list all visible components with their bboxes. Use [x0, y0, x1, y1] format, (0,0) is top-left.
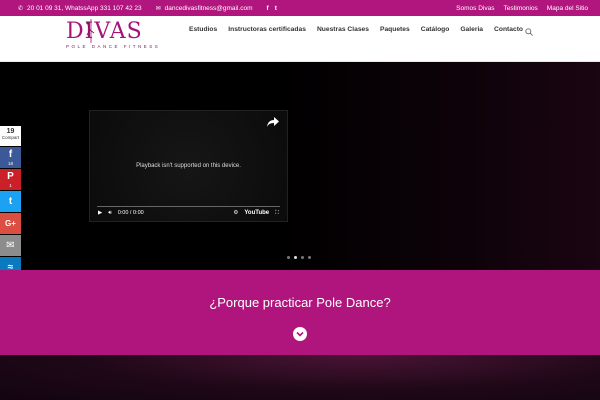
pinterest-share-count: 1: [9, 183, 12, 188]
video-controls: ▶ 🔊︎ 0:00 / 0:00 ⚙ YouTube ⛶: [90, 207, 287, 219]
email-share-icon: ✉: [6, 240, 15, 251]
secondary-menu: Somos Divas Testimonios Mapa del Sitio: [456, 5, 600, 12]
logo-tagline: POLE DANCE FITNESS: [66, 44, 161, 49]
facebook-share-icon: f: [8, 149, 13, 160]
slider-dot[interactable]: [308, 256, 311, 259]
next-section-background: [0, 355, 600, 400]
section-headline: ¿Porque practicar Pole Dance?: [209, 295, 391, 310]
share-arrow-icon[interactable]: [267, 117, 279, 127]
mail-icon: ✉: [155, 5, 161, 12]
pole-dance-section: ¿Porque practicar Pole Dance?: [0, 270, 600, 355]
phone-text: 20 01 09 31, WhatssApp 331 107 42 23: [27, 4, 142, 12]
facebook-share-count: 18: [7, 161, 13, 166]
nav-item-instructoras[interactable]: Instructoras certificadas: [228, 26, 306, 33]
nav-item-contacto[interactable]: Contacto: [494, 26, 523, 33]
fullscreen-icon[interactable]: ⛶: [275, 210, 279, 217]
share-count: 19 Compart: [0, 126, 21, 146]
link-testimonios[interactable]: Testimonios: [503, 5, 537, 12]
link-somos-divas[interactable]: Somos Divas: [456, 5, 494, 12]
share-pinterest-button[interactable]: P 1: [0, 169, 21, 190]
facebook-icon[interactable]: f: [267, 5, 269, 12]
youtube-logo-icon[interactable]: YouTube: [244, 210, 269, 216]
chevron-down-icon: [296, 331, 304, 337]
share-count-number: 19: [6, 128, 15, 135]
nav-item-paquetes[interactable]: Paquetes: [380, 26, 410, 33]
video-player[interactable]: Playback isn't supported on this device.…: [89, 110, 288, 222]
nav-item-estudios[interactable]: Estudios: [189, 26, 217, 33]
divas-logo[interactable]: DIVAS POLE DANCE FITNESS: [66, 19, 158, 55]
main-nav: Estudios Instructoras certificadas Nuest…: [189, 26, 523, 33]
slider-dot[interactable]: [287, 256, 290, 259]
slider-dot-active[interactable]: [294, 256, 297, 259]
scroll-down-button[interactable]: [293, 327, 307, 341]
search-icon[interactable]: [525, 28, 533, 36]
video-time: 0:00 / 0:00: [117, 210, 144, 216]
nav-item-clases[interactable]: Nuestras Clases: [317, 26, 369, 33]
slider-dot[interactable]: [301, 256, 304, 259]
settings-gear-icon[interactable]: ⚙: [233, 210, 238, 216]
social-links: f t: [267, 5, 277, 12]
twitter-share-icon: t: [8, 196, 13, 207]
nav-item-galeria[interactable]: Galeria: [460, 26, 483, 33]
share-google-plus-button[interactable]: G+: [0, 213, 21, 234]
share-sidebar: 19 Compart f 18 P 1 t G+ ✉ ≈: [0, 126, 21, 278]
share-email-button[interactable]: ✉: [0, 235, 21, 256]
email-link[interactable]: dancedivasfitness@gmail.com: [165, 5, 253, 12]
top-bar: ✆ 20 01 09 31, WhatssApp 331 107 42 23 ✉…: [0, 0, 600, 16]
link-mapa-del-sitio[interactable]: Mapa del Sitio: [547, 5, 588, 12]
phone-icon: ✆: [18, 5, 24, 12]
share-facebook-button[interactable]: f 18: [0, 147, 21, 168]
slider-dots: [287, 256, 311, 259]
google-plus-share-icon: G+: [5, 219, 16, 228]
pole-dancer-icon: [86, 19, 95, 43]
volume-icon[interactable]: 🔊︎: [108, 210, 111, 217]
play-icon[interactable]: ▶: [98, 210, 102, 216]
contact-info: ✆ 20 01 09 31, WhatssApp 331 107 42 23 ✉…: [0, 5, 277, 12]
share-twitter-button[interactable]: t: [0, 191, 21, 212]
playback-message: Playback isn't supported on this device.: [136, 163, 241, 169]
logo-wordmark: DIVAS: [66, 19, 143, 44]
site-header: DIVAS POLE DANCE FITNESS Estudios Instru…: [0, 16, 600, 62]
share-count-label: Compart: [1, 135, 20, 140]
twitter-icon[interactable]: t: [275, 5, 277, 12]
nav-item-catalogo[interactable]: Catálogo: [421, 26, 450, 33]
pinterest-share-icon: P: [7, 171, 14, 182]
